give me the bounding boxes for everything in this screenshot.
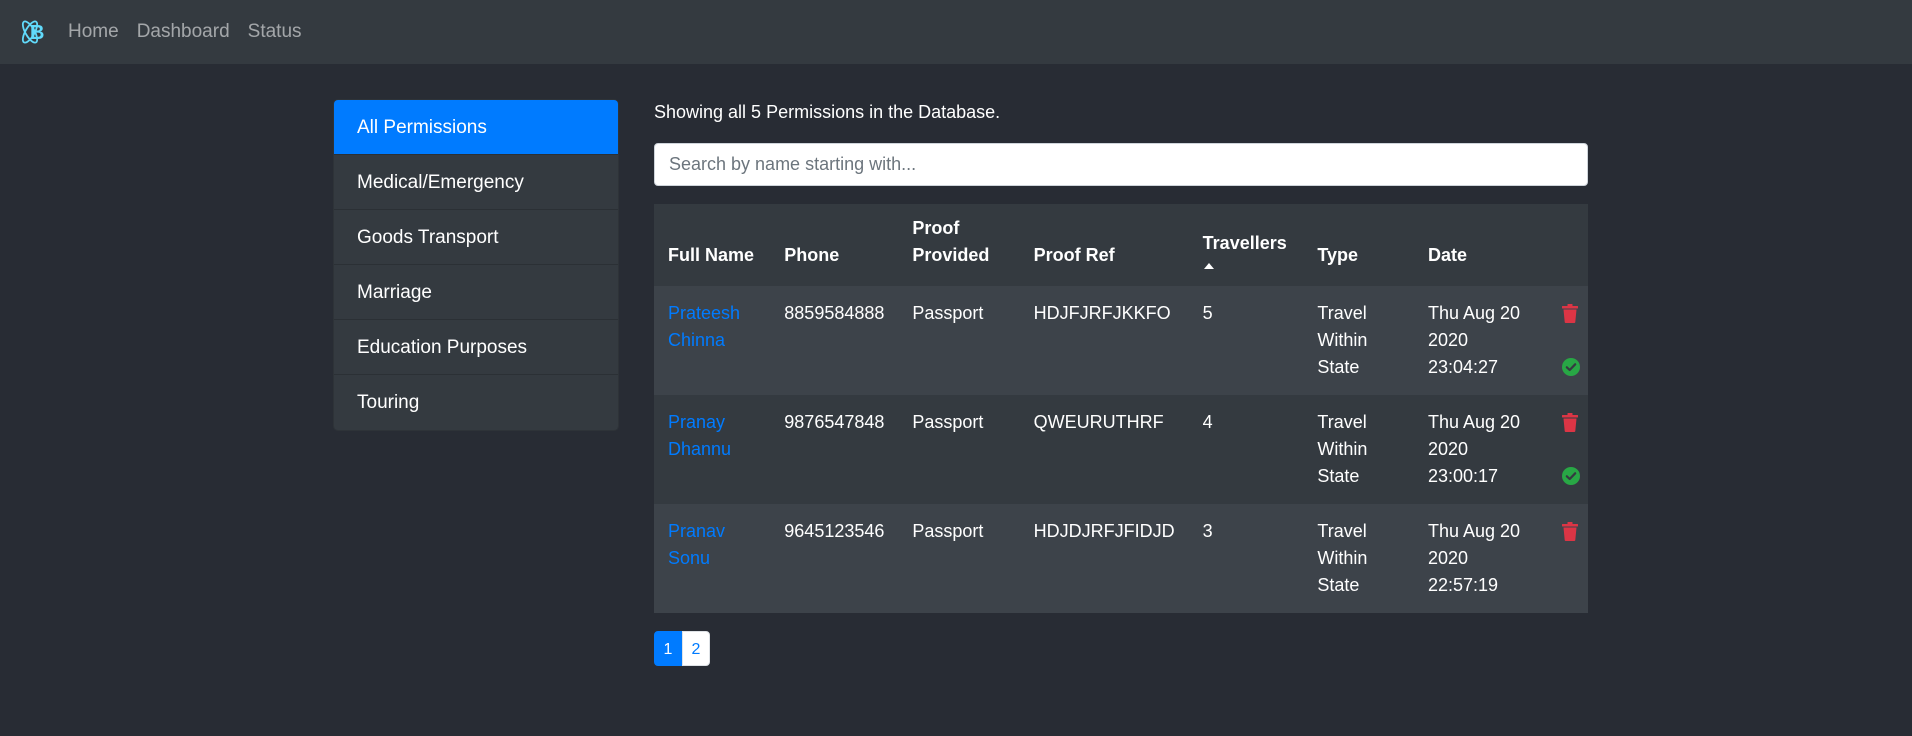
nav-home-link[interactable]: Home (68, 21, 119, 43)
pagination: 1 2 (654, 631, 710, 666)
react-logo-icon[interactable]: B (17, 17, 47, 47)
header-type[interactable]: Type (1303, 204, 1414, 286)
proof-ref-cell: QWEURUTHRF (1033, 412, 1164, 432)
travellers-cell: 5 (1202, 303, 1213, 323)
nav-status-link[interactable]: Status (248, 21, 302, 43)
table-row: Pranav Sonu 9645123546 Passport HDJDJRFJ… (654, 504, 1588, 613)
header-travellers[interactable]: Travellers (1189, 204, 1304, 286)
page-1-button[interactable]: 1 (654, 631, 682, 666)
travellers-cell: 4 (1202, 412, 1213, 432)
sidebar-item-goods-transport[interactable]: Goods Transport (334, 210, 618, 265)
header-full-name[interactable]: Full Name (654, 204, 770, 286)
date-cell: Thu Aug 20 2020 22:57:19 (1427, 521, 1521, 595)
sort-ascending-icon[interactable] (1203, 263, 1214, 269)
sidebar-item-marriage[interactable]: Marriage (334, 265, 618, 320)
date-cell: Thu Aug 20 2020 23:04:27 (1427, 303, 1521, 377)
table-header-row: Full Name Phone Proof Provided Proof Ref… (654, 204, 1588, 286)
trash-icon[interactable] (1561, 522, 1578, 541)
travellers-cell: 3 (1202, 521, 1213, 541)
proof-ref-cell: HDJFJRFJKKFO (1033, 303, 1171, 323)
permissions-table: Full Name Phone Proof Provided Proof Ref… (654, 204, 1588, 613)
phone-cell: 9645123546 (784, 521, 885, 541)
permission-category-list: All Permissions Medical/Emergency Goods … (333, 99, 619, 431)
top-navbar: B Home Dashboard Status (0, 0, 1912, 64)
row-actions (1552, 504, 1588, 613)
header-travellers-label: Travellers (1202, 233, 1287, 253)
sidebar-item-all-permissions[interactable]: All Permissions (334, 100, 618, 155)
proof-cell: Passport (912, 412, 984, 432)
full-name-link[interactable]: Prateesh Chinna (654, 286, 770, 395)
proof-cell: Passport (912, 303, 984, 323)
permission-count-text: Showing all 5 Permissions in the Databas… (654, 102, 1001, 122)
header-proof-ref[interactable]: Proof Ref (1020, 204, 1189, 286)
table-row: Pranay Dhannu 9876547848 Passport QWEURU… (654, 395, 1588, 504)
row-actions (1552, 395, 1588, 504)
approved-check-icon[interactable] (1561, 358, 1580, 376)
header-date[interactable]: Date (1414, 204, 1552, 286)
full-name-link[interactable]: Pranav Sonu (654, 504, 770, 613)
table-row: Prateesh Chinna 8859584888 Passport HDJF… (654, 286, 1588, 395)
nav-dashboard-link[interactable]: Dashboard (137, 21, 230, 43)
phone-cell: 9876547848 (784, 412, 885, 432)
page-2-button[interactable]: 2 (682, 631, 710, 666)
row-actions (1552, 286, 1588, 395)
approved-check-icon[interactable] (1561, 467, 1580, 485)
header-proof-provided[interactable]: Proof Provided (898, 204, 1019, 286)
search-input[interactable] (654, 143, 1588, 186)
proof-cell: Passport (912, 521, 984, 541)
svg-text:B: B (30, 22, 44, 44)
header-phone[interactable]: Phone (770, 204, 898, 286)
phone-cell: 8859584888 (784, 303, 885, 323)
sidebar-item-touring[interactable]: Touring (334, 375, 618, 430)
header-actions (1552, 204, 1588, 286)
trash-icon[interactable] (1561, 304, 1578, 323)
type-cell: Travel Within State (1317, 412, 1368, 486)
type-cell: Travel Within State (1317, 521, 1368, 595)
proof-ref-cell: HDJDJRFJFIDJD (1033, 521, 1175, 541)
type-cell: Travel Within State (1317, 303, 1368, 377)
sidebar-item-education-purposes[interactable]: Education Purposes (334, 320, 618, 375)
trash-icon[interactable] (1561, 413, 1578, 432)
sidebar-item-medical-emergency[interactable]: Medical/Emergency (334, 155, 618, 210)
date-cell: Thu Aug 20 2020 23:00:17 (1427, 412, 1521, 486)
full-name-link[interactable]: Pranay Dhannu (654, 395, 770, 504)
